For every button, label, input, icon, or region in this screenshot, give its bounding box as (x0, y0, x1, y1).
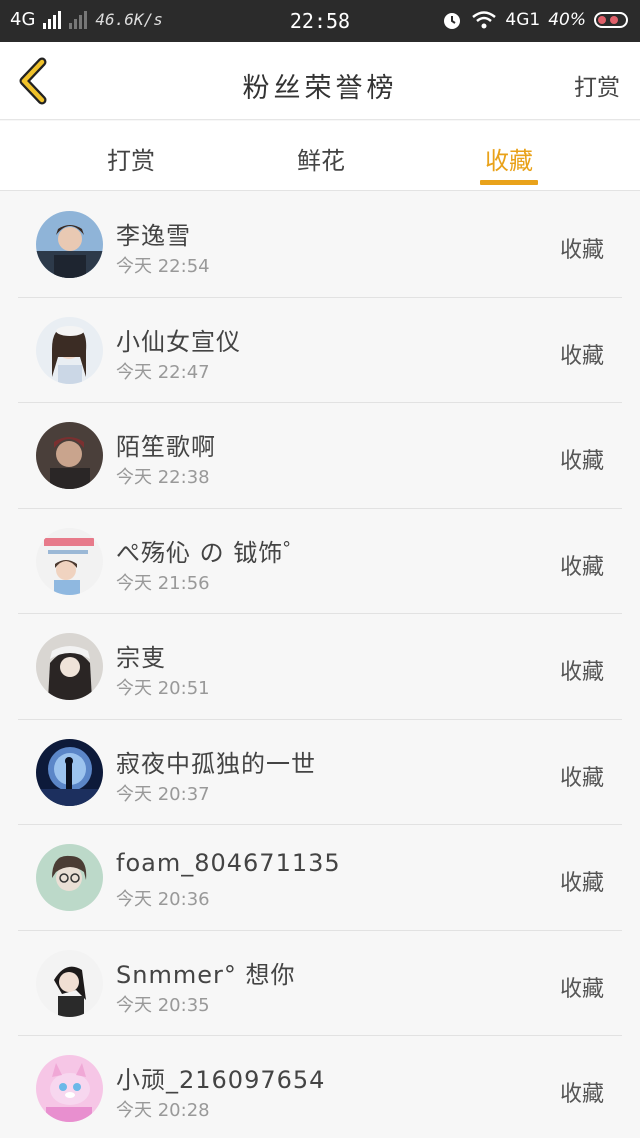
reward-link[interactable]: 打赏 (574, 68, 620, 102)
fan-action: 收藏 (559, 554, 604, 580)
list-item[interactable]: 小顽_216097654 今天 20:28 收藏 (0, 1036, 640, 1138)
fan-action: 收藏 (559, 1082, 604, 1107)
fan-name: foam_804671135 (116, 849, 341, 877)
fan-list: 李逸雪 今天 22:54 收藏 小仙女宣仪 今天 22:47 收藏 陌笙歌啊 今… (0, 192, 640, 1138)
fan-action: 收藏 (559, 871, 604, 896)
avatar[interactable] (36, 527, 103, 595)
fan-name: 寂夜中孤独的一世 (116, 749, 316, 778)
fan-time: 今天 20:37 (116, 783, 210, 805)
fan-action: 收藏 (559, 765, 604, 791)
avatar[interactable] (36, 738, 103, 806)
fan-action: 收藏 (559, 660, 604, 685)
fan-action: 收藏 (559, 449, 604, 474)
fan-time: 今天 22:38 (116, 467, 210, 488)
list-item[interactable]: Snmmer° 想你 今天 20:35 收藏 (0, 930, 640, 1036)
fan-name: 小仙女宣仪 (116, 327, 241, 356)
list-item[interactable]: 陌笙歌啊 今天 22:38 收藏 (0, 403, 640, 509)
list-item[interactable]: 李逸雪 今天 22:54 收藏 (0, 192, 640, 298)
tab-flowers[interactable]: 鲜花 (261, 141, 381, 176)
fan-action: 收藏 (559, 238, 604, 263)
fan-name: 小顽_216097654 (116, 1066, 326, 1094)
wifi-icon (472, 11, 497, 29)
tab-bar: 打赏 鲜花 收藏 (0, 121, 640, 191)
avatar[interactable] (36, 422, 103, 489)
list-item[interactable]: 小仙女宣仪 今天 22:47 收藏 (0, 297, 640, 403)
battery-text: 40% (548, 10, 586, 30)
battery-icon (594, 12, 628, 28)
fan-name: 陌笙歌啊 (116, 433, 216, 461)
avatar[interactable] (36, 211, 103, 278)
avatar[interactable] (36, 1055, 103, 1122)
active-tab-indicator (480, 180, 538, 185)
header: 粉丝荣誉榜 打赏 (0, 42, 640, 120)
fan-time: 今天 21:56 (116, 572, 210, 594)
list-item[interactable]: foam_804671135 今天 20:36 收藏 (0, 825, 640, 931)
fan-time: 今天 22:54 (116, 256, 210, 277)
avatar[interactable] (36, 316, 103, 384)
list-item[interactable]: 寂夜中孤独的一世 今天 20:37 收藏 (0, 719, 640, 825)
fan-time: 今天 20:28 (116, 1100, 210, 1121)
avatar[interactable] (36, 633, 103, 700)
fan-time: 今天 22:47 (116, 361, 210, 383)
fan-time: 今天 20:36 (116, 889, 210, 910)
avatar[interactable] (36, 844, 103, 911)
list-item[interactable]: ぺ殇伈 の 钺饰゜ 今天 21:56 收藏 (0, 508, 640, 614)
fan-action: 收藏 (559, 343, 604, 369)
list-item[interactable]: 宗叓 今天 20:51 收藏 (0, 614, 640, 720)
network-right: 4G1 (505, 10, 541, 30)
fan-name: ぺ殇伈 の 钺饰゜ (116, 538, 309, 567)
fan-name: Snmmer° 想你 (116, 960, 296, 989)
status-bar: 4G 46.6K/s 22:58 4G1 40% (0, 0, 640, 42)
tab-favorites[interactable]: 收藏 (449, 141, 569, 176)
fan-name: 宗叓 (116, 644, 166, 672)
alarm-icon (444, 13, 461, 29)
fan-action: 收藏 (559, 976, 604, 1002)
fan-time: 今天 20:51 (116, 678, 210, 699)
page-title: 粉丝荣誉榜 (242, 73, 398, 104)
fan-name: 李逸雪 (116, 222, 191, 250)
tab-reward[interactable]: 打赏 (71, 141, 191, 176)
fan-time: 今天 20:35 (116, 994, 210, 1016)
avatar[interactable] (36, 949, 103, 1017)
status-right: 4G1 40% (441, 9, 628, 31)
